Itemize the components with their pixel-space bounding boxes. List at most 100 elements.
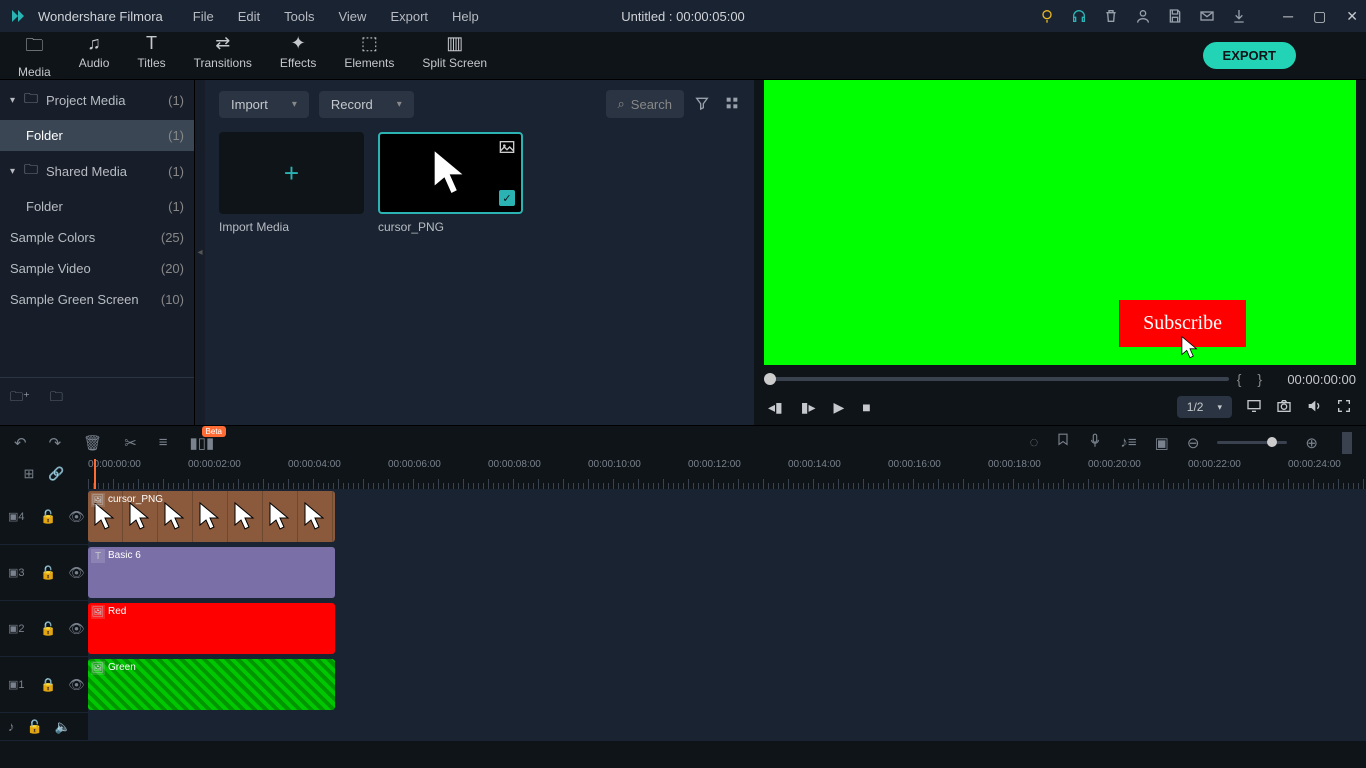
folder-icon[interactable]: 🗀	[50, 388, 63, 410]
timeline-ruler[interactable]: 0 00:00:00:0000:00:02:0000:00:04:0000:00…	[88, 459, 1366, 489]
scrubber-head[interactable]	[764, 373, 776, 385]
fullscreen-icon[interactable]	[1336, 398, 1352, 417]
sidebar-item-sample-video[interactable]: Sample Video(20)	[0, 253, 194, 284]
user-icon[interactable]	[1135, 8, 1151, 24]
mute-icon[interactable]: 🔈	[55, 719, 71, 735]
step-back-button[interactable]: ◂▮	[768, 399, 783, 416]
zoom-slider[interactable]	[1217, 441, 1287, 444]
trash-icon[interactable]	[1103, 8, 1119, 24]
lock-icon[interactable]: 🔒	[40, 677, 56, 693]
lock-icon[interactable]: 🔓	[40, 565, 56, 581]
track-content-4[interactable]: 🖼 cursor_PNG	[88, 489, 1366, 544]
sidebar-item-folder-2[interactable]: Folder(1)	[0, 191, 194, 222]
visibility-icon[interactable]: 👁	[68, 565, 85, 581]
menu-tools[interactable]: Tools	[274, 5, 324, 28]
download-icon[interactable]	[1231, 8, 1247, 24]
audio-track-content[interactable]	[88, 713, 1366, 740]
sidebar-item-project-media[interactable]: ▾🗀Project Media(1)	[0, 80, 194, 120]
lightbulb-icon[interactable]	[1039, 8, 1055, 24]
new-folder-icon[interactable]: 🗀⁺	[10, 388, 30, 410]
settings-sliders-icon[interactable]: ≡	[159, 434, 168, 451]
sidebar-item-shared-media[interactable]: ▾🗀Shared Media(1)	[0, 151, 194, 191]
stop-button[interactable]: ■	[862, 399, 870, 415]
audio-mix-icon[interactable]: ♪≡	[1120, 434, 1136, 451]
zoom-out-icon[interactable]: ⊖	[1187, 434, 1200, 452]
play-button[interactable]: ▶	[833, 399, 844, 416]
tab-effects[interactable]: ✦Effects	[280, 33, 316, 79]
clip-green[interactable]: 🖼 Green	[88, 659, 335, 710]
menu-export[interactable]: Export	[380, 5, 438, 28]
clip-red[interactable]: 🖼 Red	[88, 603, 335, 654]
track-head-1: ▣1 🔒 👁	[0, 657, 88, 712]
sidebar-item-sample-colors[interactable]: Sample Colors(25)	[0, 222, 194, 253]
menu-help[interactable]: Help	[442, 5, 489, 28]
folder-icon: 🗀	[24, 159, 38, 183]
media-panel: Import▾ Record▾ ⌕Search + Import Media ✓…	[205, 80, 754, 425]
braces-icon[interactable]: { }	[1237, 371, 1268, 387]
menu-view[interactable]: View	[328, 5, 376, 28]
mixer-icon[interactable]: ◌	[1029, 434, 1038, 451]
menu-edit[interactable]: Edit	[228, 5, 270, 28]
delete-icon[interactable]: 🗑	[83, 434, 102, 452]
tab-titles[interactable]: TTitles	[137, 33, 165, 79]
visibility-icon[interactable]: 👁	[68, 677, 85, 693]
audio-waveform-icon[interactable]: ▮▯▮Beta	[190, 434, 215, 452]
lock-icon[interactable]: 🔓	[27, 719, 43, 735]
cut-icon[interactable]: ✂	[124, 434, 137, 452]
minimize-icon[interactable]: ─	[1283, 8, 1293, 25]
visibility-icon[interactable]: 👁	[68, 621, 85, 637]
headphones-icon[interactable]	[1071, 8, 1087, 24]
track-content-1[interactable]: 🖼 Green	[88, 657, 1366, 712]
close-icon[interactable]: ✕	[1346, 8, 1358, 25]
preview-canvas[interactable]: Subscribe	[764, 80, 1356, 365]
media-tile-cursor-png[interactable]: ✓ cursor_PNG	[378, 132, 523, 234]
zoom-in-icon[interactable]: ⊕	[1305, 434, 1318, 452]
panel-collapse-handle[interactable]: ◂	[195, 80, 205, 425]
mic-icon[interactable]	[1088, 433, 1102, 453]
import-media-tile[interactable]: + Import Media	[219, 132, 364, 234]
crop-icon[interactable]: ▣	[1155, 434, 1169, 452]
clip-cursor-png[interactable]: 🖼 cursor_PNG	[88, 491, 335, 542]
lock-icon[interactable]: 🔓	[40, 621, 56, 637]
preview-cursor-overlay	[1180, 335, 1200, 361]
sidebar-item-sample-green-screen[interactable]: Sample Green Screen(10)	[0, 284, 194, 315]
display-icon[interactable]	[1246, 398, 1262, 417]
preview-quality-dropdown[interactable]: 1/2▾	[1177, 396, 1232, 418]
export-button[interactable]: EXPORT	[1203, 42, 1296, 69]
marker-icon[interactable]	[1056, 433, 1070, 453]
app-name: Wondershare Filmora	[38, 9, 163, 24]
tab-transitions[interactable]: ⇄Transitions	[194, 33, 252, 79]
track-content-3[interactable]: T Basic 6	[88, 545, 1366, 600]
search-input[interactable]: ⌕Search	[606, 90, 684, 118]
menu-file[interactable]: File	[183, 5, 224, 28]
filter-icon[interactable]	[694, 95, 710, 114]
scrubber-track[interactable]	[764, 377, 1229, 381]
zoom-fit-button[interactable]	[1342, 432, 1352, 454]
snapshot-icon[interactable]	[1276, 398, 1292, 417]
ruler-tick: 00:00:12:00	[688, 459, 741, 470]
tab-audio[interactable]: ♫Audio	[79, 33, 110, 79]
sidebar-item-folder[interactable]: Folder(1)	[0, 120, 194, 151]
link-icon[interactable]: 🔗	[48, 466, 64, 482]
volume-icon[interactable]	[1306, 398, 1322, 417]
maximize-icon[interactable]: ▢	[1313, 8, 1326, 25]
grid-view-icon[interactable]	[724, 95, 740, 114]
mail-icon[interactable]	[1199, 8, 1215, 24]
track-content-2[interactable]: 🖼 Red	[88, 601, 1366, 656]
save-icon[interactable]	[1167, 8, 1183, 24]
record-dropdown[interactable]: Record▾	[319, 91, 414, 118]
tab-media[interactable]: 🗀Media	[18, 33, 51, 79]
zoom-handle[interactable]	[1267, 437, 1277, 447]
chevron-down-icon: ▾	[10, 166, 24, 177]
redo-icon[interactable]: ↷	[49, 434, 62, 452]
visibility-icon[interactable]: 👁	[68, 509, 85, 525]
clip-basic-6[interactable]: T Basic 6	[88, 547, 335, 598]
tab-split-screen[interactable]: ▥Split Screen	[422, 33, 487, 79]
undo-icon[interactable]: ↶	[14, 434, 27, 452]
lock-icon[interactable]: 🔓	[40, 509, 56, 525]
import-dropdown[interactable]: Import▾	[219, 91, 309, 118]
add-track-icon[interactable]: ⊞	[23, 466, 34, 482]
tab-elements[interactable]: ⬚Elements	[344, 33, 394, 79]
preview-scrubber[interactable]: { } 00:00:00:00	[764, 369, 1356, 389]
step-forward-button[interactable]: ▮▸	[801, 399, 816, 416]
